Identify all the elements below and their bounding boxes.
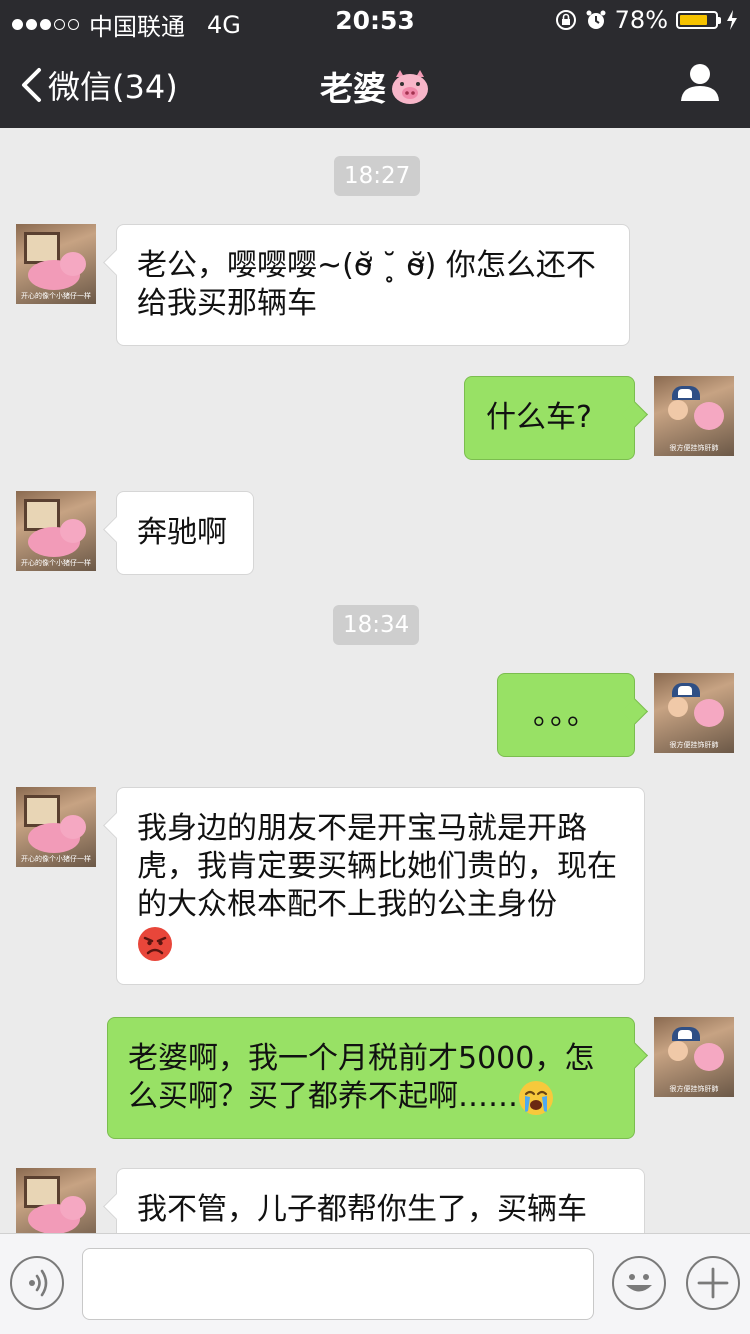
angry-face-icon: [138, 926, 172, 961]
avatar-caption: 开心的像个小猪仔一样: [21, 855, 91, 863]
incoming-message[interactable]: 奔驰啊: [116, 491, 254, 575]
input-bar: [0, 1233, 750, 1334]
timestamp: 18:34: [333, 605, 420, 645]
contact-avatar[interactable]: 开心的像个小猪仔一样: [16, 1168, 96, 1233]
avatar-caption: 很方便挂饰肝肺: [669, 1085, 719, 1093]
message-input[interactable]: [82, 1248, 594, 1320]
outgoing-message[interactable]: 什么车?: [464, 376, 635, 460]
timestamp: 18:27: [334, 156, 421, 196]
profile-icon[interactable]: [680, 62, 720, 102]
plus-icon: [697, 1267, 729, 1299]
plus-button[interactable]: [686, 1256, 740, 1310]
my-avatar[interactable]: 很方便挂饰肝肺: [654, 1017, 734, 1097]
my-avatar[interactable]: 很方便挂饰肝肺: [654, 673, 734, 753]
avatar-caption: 很方便挂饰肝肺: [669, 741, 719, 749]
chat-header: 微信(34) 老婆: [0, 40, 750, 128]
contact-name: 老婆: [320, 69, 386, 108]
incoming-message[interactable]: 我身边的朋友不是开宝马就是开路虎，我肯定要买辆比她们贵的，现在的大众根本配不上我…: [116, 787, 645, 985]
battery-fill: [680, 15, 707, 25]
my-avatar[interactable]: 很方便挂饰肝肺: [654, 376, 734, 456]
avatar-caption: 很方便挂饰肝肺: [669, 444, 719, 452]
pig-face-icon: [390, 69, 430, 113]
contact-avatar[interactable]: 开心的像个小猪仔一样: [16, 491, 96, 571]
crying-face-icon: [519, 1080, 553, 1115]
voice-icon: [29, 1269, 48, 1297]
battery-percent: 78%: [614, 6, 668, 34]
smiley-icon: [626, 1274, 652, 1292]
chat-title: 老婆: [0, 62, 750, 113]
incoming-message[interactable]: 我不管，儿子都帮你生了，买辆车: [116, 1168, 645, 1233]
avatar-caption: 开心的像个小猪仔一样: [21, 292, 91, 300]
alarm-icon: [586, 10, 606, 29]
emoji-button[interactable]: [612, 1256, 666, 1310]
outgoing-message[interactable]: 。。。: [497, 673, 635, 757]
voice-button[interactable]: [10, 1256, 64, 1310]
message-text: 我身边的朋友不是开宝马就是开路虎，我肯定要买辆比她们贵的，现在的大众根本配不上我…: [137, 811, 617, 922]
orientation-lock-icon: [555, 10, 576, 30]
contact-avatar[interactable]: 开心的像个小猪仔一样: [16, 224, 96, 304]
status-right: 78%: [555, 6, 738, 34]
chat-message-list[interactable]: 18:27 开心的像个小猪仔一样 老公，嘤嘤嘤~(ơ̴̆ ˘̥ ơ̴̆) 你怎么…: [0, 128, 750, 1233]
status-bar: 中国联通 4G 20:53 78%: [0, 0, 750, 41]
outgoing-message[interactable]: 老婆啊，我一个月税前才5000，怎么买啊？买了都养不起啊……: [107, 1017, 635, 1139]
battery-icon: [676, 11, 721, 29]
charging-bolt-icon: [727, 10, 737, 30]
avatar-caption: 开心的像个小猪仔一样: [21, 559, 91, 567]
incoming-message[interactable]: 老公，嘤嘤嘤~(ơ̴̆ ˘̥ ơ̴̆) 你怎么还不给我买那辆车: [116, 224, 630, 346]
contact-avatar[interactable]: 开心的像个小猪仔一样: [16, 787, 96, 867]
